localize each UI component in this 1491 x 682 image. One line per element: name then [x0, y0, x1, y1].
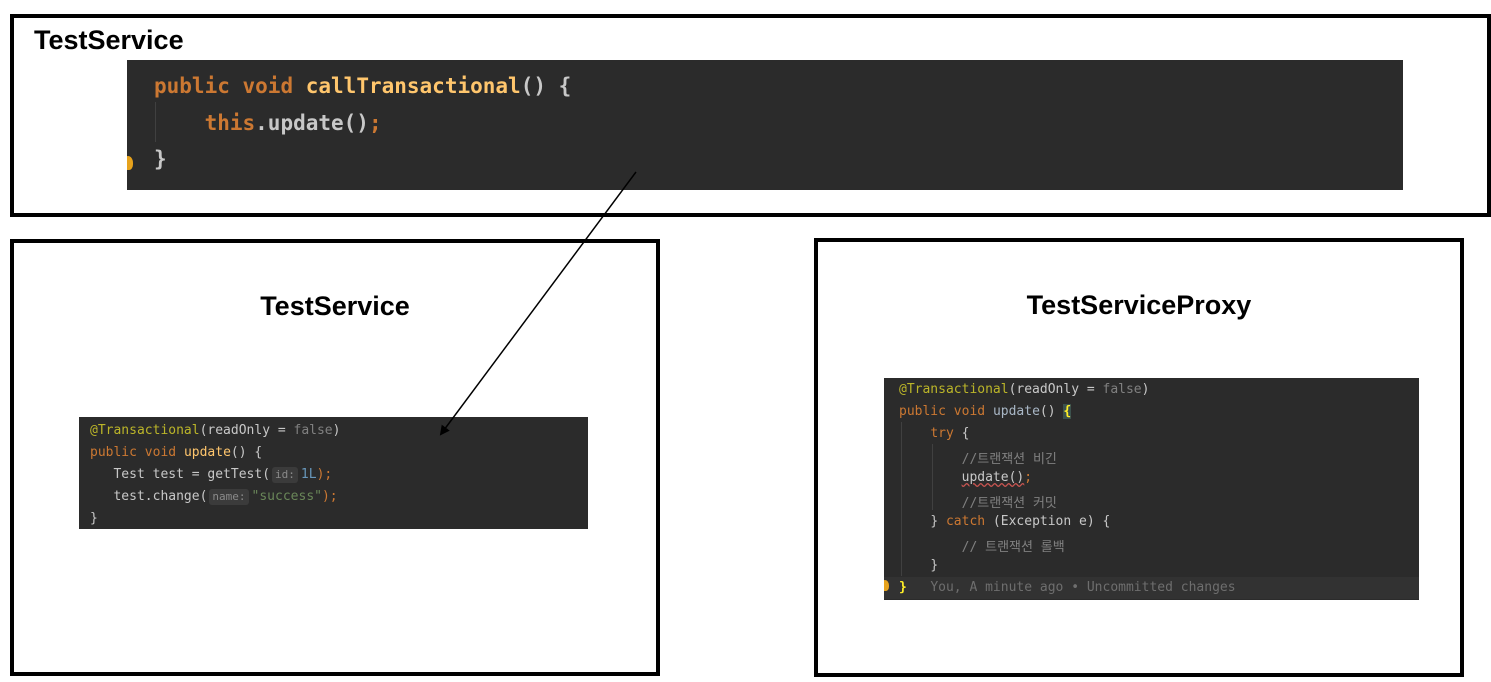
code-line: public void callTransactional() { — [154, 74, 572, 98]
code-line: } catch (Exception e) { — [930, 514, 1111, 529]
code-line: } You, A minute ago • Uncommitted change… — [899, 580, 1236, 595]
code-line: } — [930, 558, 939, 573]
lightbulb-icon[interactable] — [884, 580, 889, 591]
right-panel-title: TestServiceProxy — [1026, 290, 1252, 320]
code-line: @Transactional(readOnly = false) — [90, 423, 341, 438]
code-line: test.change(name: "success"); — [113, 489, 338, 505]
code-line: @Transactional(readOnly = false) — [899, 382, 1150, 397]
code-line: public void update() { — [899, 404, 1072, 419]
left-panel-title: TestService — [260, 291, 410, 321]
code-line: } — [90, 511, 98, 526]
code-line: public void update() { — [90, 445, 263, 460]
right-code-editor: @Transactional(readOnly = false) public … — [884, 378, 1419, 600]
lightbulb-icon[interactable] — [127, 156, 133, 170]
git-blame-annotation: You, A minute ago • Uncommitted changes — [930, 580, 1236, 595]
code-line: } — [154, 147, 167, 171]
code-line: update(); — [961, 470, 1033, 485]
code-line: //트랜잭션 커밋 — [961, 496, 1057, 511]
code-line: this.update(); — [204, 111, 382, 135]
param-hint: id: — [272, 467, 298, 483]
top-panel-title: TestService — [34, 25, 184, 55]
left-code-editor: @Transactional(readOnly = false) public … — [79, 417, 588, 529]
top-code-editor: public void callTransactional() { this.u… — [127, 60, 1403, 190]
param-hint: name: — [209, 489, 249, 505]
code-line: // 트랜잭션 롤백 — [961, 540, 1065, 555]
code-line: //트랜잭션 비긴 — [961, 452, 1057, 467]
code-line: Test test = getTest(id: 1L); — [113, 467, 333, 483]
code-line: try { — [930, 426, 970, 441]
